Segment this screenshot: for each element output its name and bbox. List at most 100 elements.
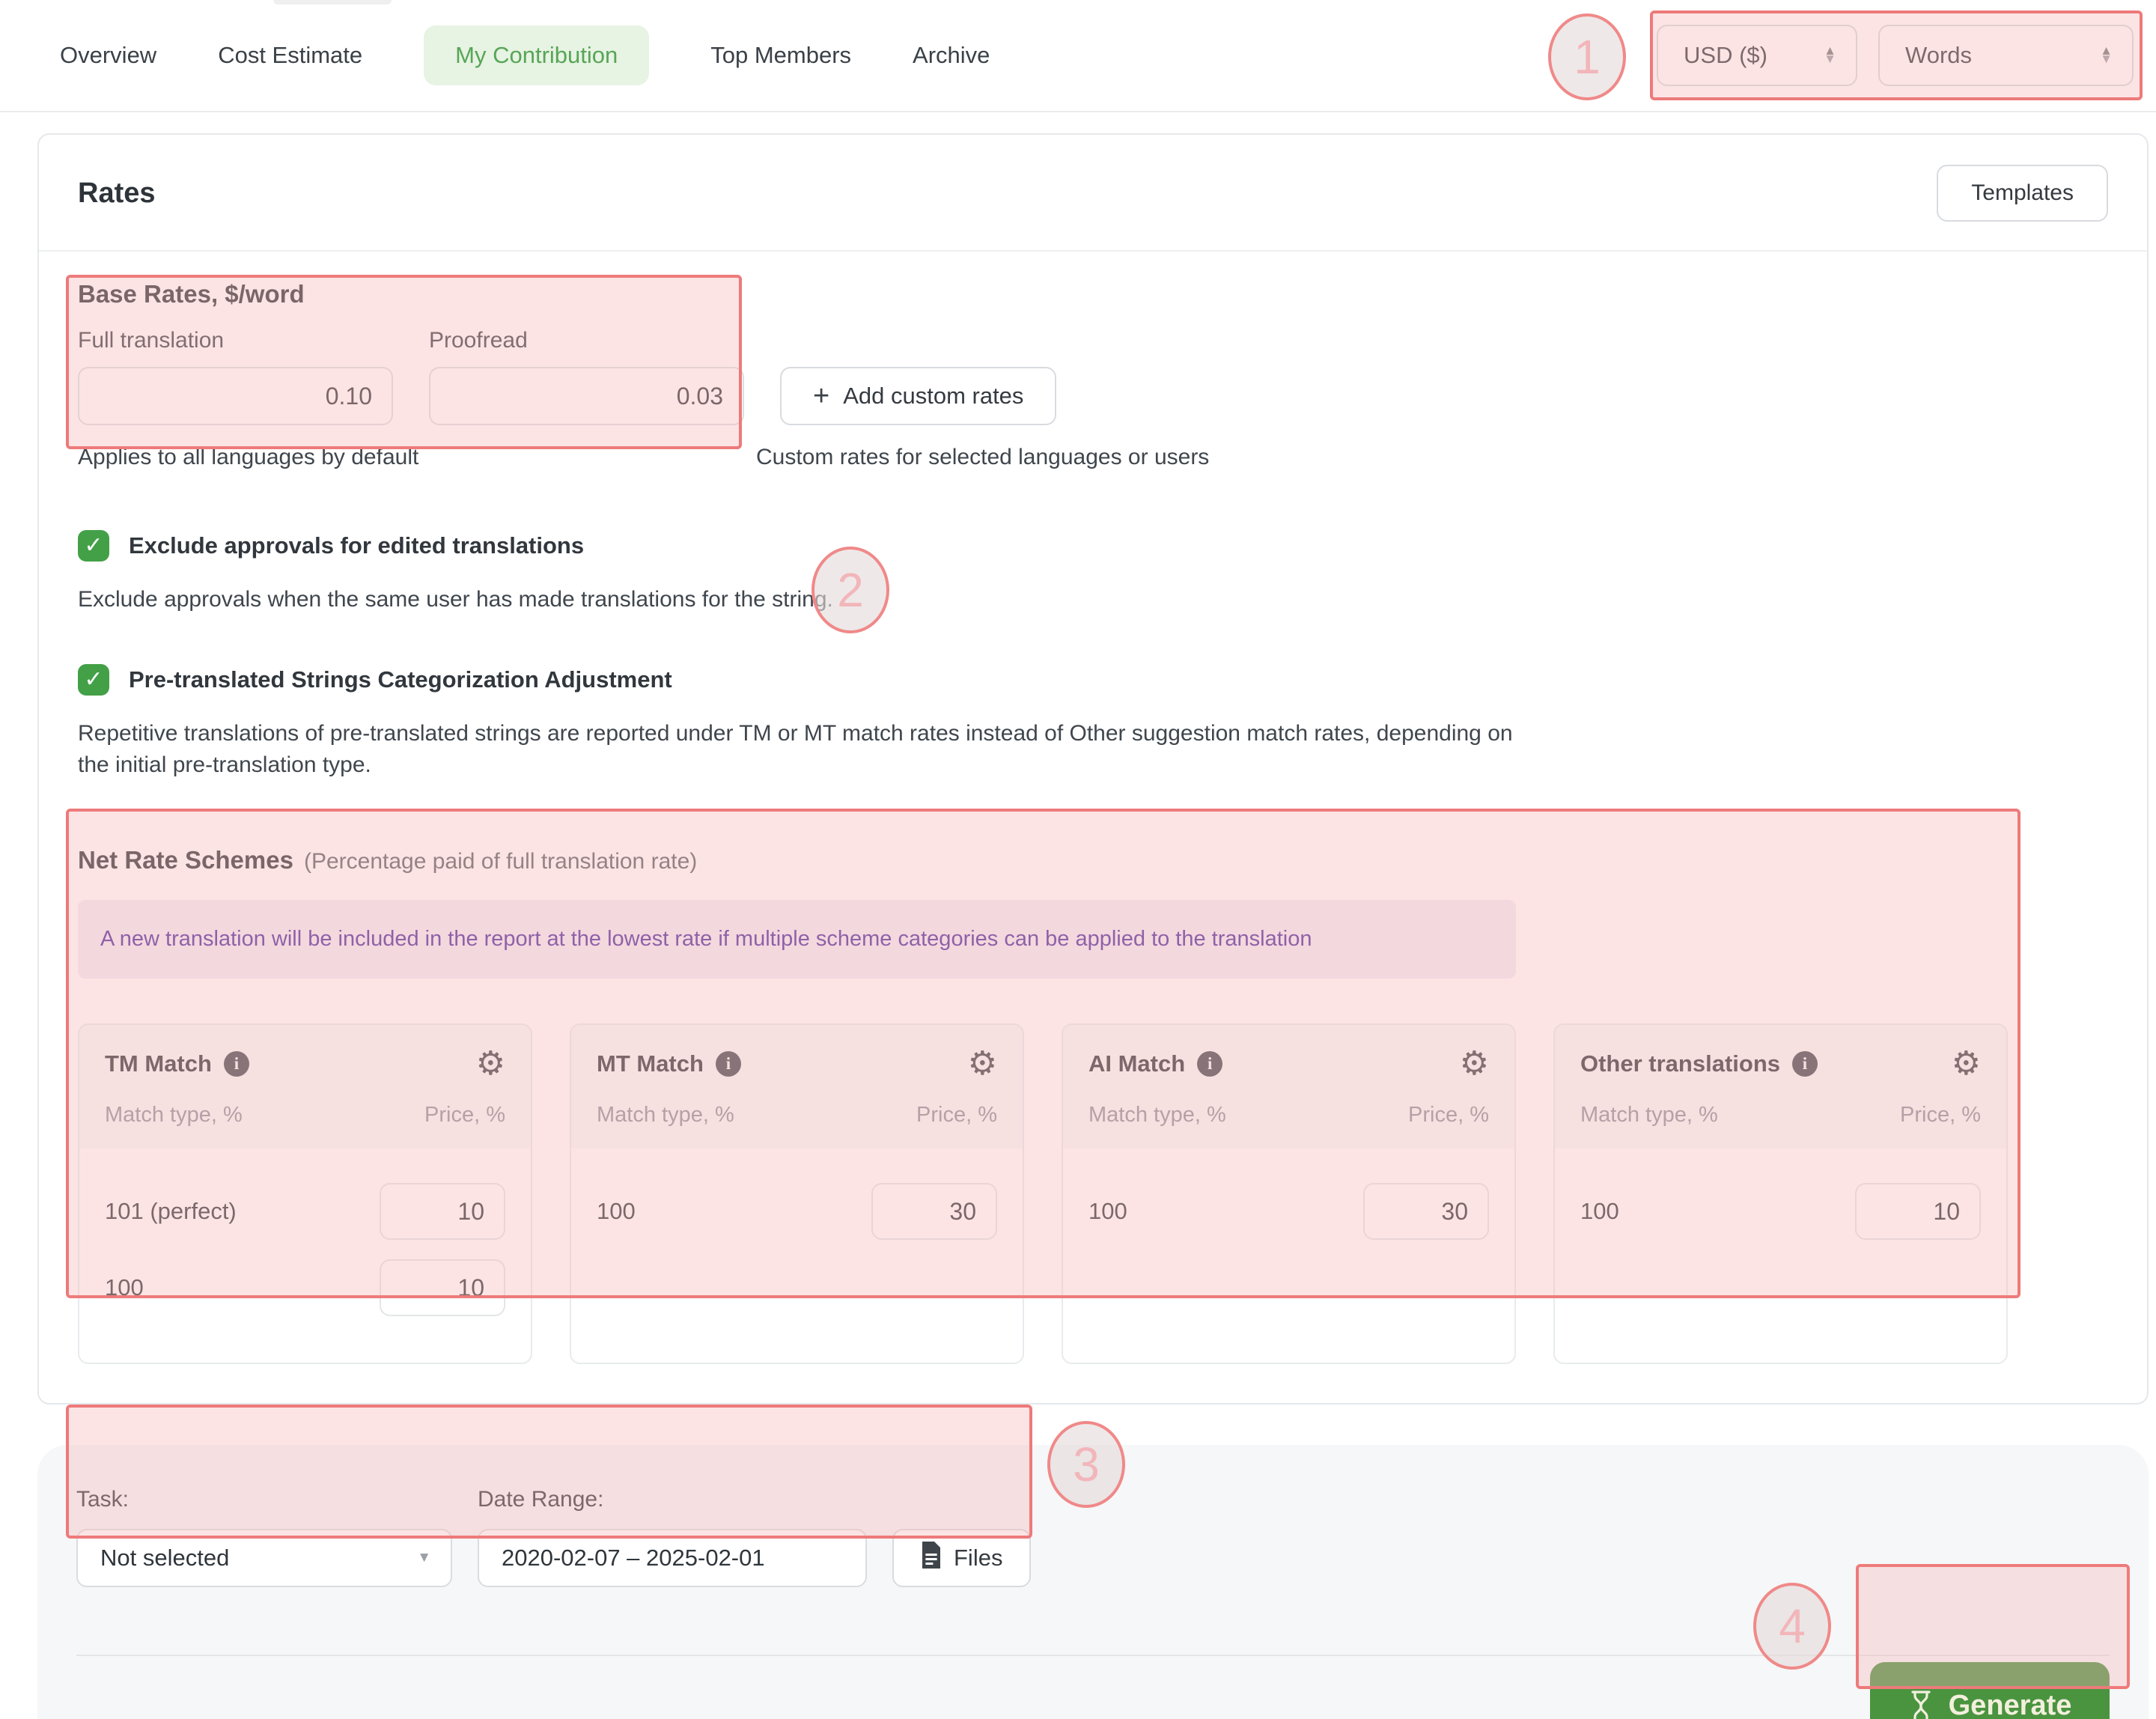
- tab-top-members[interactable]: Top Members: [710, 42, 851, 69]
- match-type-value: 101 (perfect): [105, 1198, 237, 1225]
- price-column-header: Price, %: [424, 1103, 505, 1128]
- date-range-group: Date Range: 2020-02-07 – 2025-02-01: [478, 1487, 867, 1587]
- divider: [76, 1655, 2110, 1656]
- match-type-column-header: Match type, %: [1580, 1103, 1718, 1128]
- base-rates-helper-text: Applies to all languages by default: [78, 445, 756, 470]
- files-button[interactable]: Files: [892, 1529, 1031, 1587]
- ai-match-body: 100 30: [1063, 1148, 1514, 1363]
- match-type-column-header: Match type, %: [597, 1103, 734, 1128]
- net-rate-schemes-title: Net Rate Schemes: [78, 846, 293, 874]
- tab-overview[interactable]: Overview: [60, 42, 156, 69]
- unit-select[interactable]: Words ▲▼: [1878, 25, 2134, 86]
- proofread-input[interactable]: 0.03: [429, 367, 744, 425]
- rates-title: Rates: [78, 177, 156, 210]
- date-range-input[interactable]: 2020-02-07 – 2025-02-01: [478, 1529, 867, 1587]
- tm-match-header: TM Match i ⚙ Match type, % Price, %: [79, 1025, 531, 1148]
- table-row: 100 10: [1580, 1183, 1981, 1240]
- task-select-value: Not selected: [100, 1545, 229, 1572]
- checkmark-icon: ✓: [84, 669, 103, 691]
- other-translations-body: 100 10: [1555, 1148, 2006, 1363]
- price-input[interactable]: 30: [1363, 1183, 1489, 1240]
- gear-icon[interactable]: ⚙: [1460, 1047, 1489, 1080]
- price-input[interactable]: 30: [871, 1183, 997, 1240]
- table-row: 100 30: [597, 1183, 997, 1240]
- table-row: 100 30: [1088, 1183, 1489, 1240]
- ai-match-header: AI Match i ⚙ Match type, % Price, %: [1063, 1025, 1514, 1148]
- mt-match-title: MT Match: [597, 1050, 704, 1077]
- base-rates-title: Base Rates, $/word: [78, 280, 2108, 308]
- generate-button-label: Generate: [1949, 1690, 2072, 1719]
- add-custom-rates-button[interactable]: + Add custom rates: [780, 367, 1056, 425]
- match-type-value: 100: [1088, 1198, 1127, 1225]
- gear-icon[interactable]: ⚙: [1952, 1047, 1981, 1080]
- other-translations-header: Other translations i ⚙ Match type, % Pri…: [1555, 1025, 2006, 1148]
- mt-match-card: MT Match i ⚙ Match type, % Price, % 100: [570, 1023, 1024, 1364]
- rates-card-body: Base Rates, $/word Full translation 0.10…: [39, 252, 2147, 1403]
- files-button-label: Files: [954, 1545, 1002, 1572]
- exclude-approvals-row: ✓ Exclude approvals for edited translati…: [78, 530, 2108, 562]
- net-rate-scheme-cards: TM Match i ⚙ Match type, % Price, % 101: [78, 1023, 2108, 1364]
- hourglass-icon: [1908, 1690, 1934, 1719]
- document-icon: [921, 1542, 942, 1575]
- match-type-value: 100: [597, 1198, 636, 1225]
- tm-match-card: TM Match i ⚙ Match type, % Price, % 101: [78, 1023, 532, 1364]
- info-icon[interactable]: i: [716, 1051, 741, 1077]
- plus-icon: +: [813, 382, 829, 410]
- match-type-column-header: Match type, %: [105, 1103, 243, 1128]
- exclude-approvals-label: Exclude approvals for edited translation…: [129, 532, 584, 559]
- full-translation-field: Full translation 0.10: [78, 328, 393, 425]
- tab-archive[interactable]: Archive: [913, 42, 990, 69]
- price-input[interactable]: 10: [380, 1183, 505, 1240]
- net-rate-schemes-subtitle: (Percentage paid of full translation rat…: [304, 849, 697, 874]
- tm-match-title: TM Match: [105, 1050, 212, 1077]
- updown-arrows-icon: ▲▼: [1824, 47, 1836, 63]
- ai-match-card: AI Match i ⚙ Match type, % Price, % 100: [1062, 1023, 1516, 1364]
- net-rate-schemes-title-row: Net Rate Schemes (Percentage paid of ful…: [78, 846, 2108, 874]
- price-input[interactable]: 10: [1855, 1183, 1981, 1240]
- table-row: 100 10: [105, 1259, 505, 1316]
- mt-match-header: MT Match i ⚙ Match type, % Price, %: [571, 1025, 1023, 1148]
- checkmark-icon: ✓: [84, 535, 103, 557]
- price-input[interactable]: 10: [380, 1259, 505, 1316]
- match-type-value: 100: [105, 1274, 144, 1301]
- currency-select-value: USD ($): [1684, 42, 1767, 69]
- exclude-approvals-checkbox[interactable]: ✓: [78, 530, 109, 562]
- ai-match-title: AI Match: [1088, 1050, 1185, 1077]
- generation-controls: Task: Not selected ▼ Date Range: 2020-02…: [76, 1487, 2110, 1587]
- other-translations-title: Other translations: [1580, 1050, 1780, 1077]
- generation-panel: Task: Not selected ▼ Date Range: 2020-02…: [37, 1445, 2149, 1719]
- report-tabs: Overview Cost Estimate My Contribution T…: [60, 25, 990, 85]
- generate-button[interactable]: Generate: [1870, 1662, 2110, 1719]
- tm-match-body: 101 (perfect) 10 100 10: [79, 1148, 531, 1363]
- info-icon[interactable]: i: [1792, 1051, 1818, 1077]
- tab-my-contribution[interactable]: My Contribution: [424, 25, 649, 85]
- pretranslated-adjustment-row: ✓ Pre-translated Strings Categorization …: [78, 664, 2108, 696]
- top-controls: USD ($) ▲▼ Words ▲▼: [1657, 25, 2134, 86]
- full-translation-label: Full translation: [78, 328, 393, 353]
- info-icon[interactable]: i: [224, 1051, 249, 1077]
- report-generation-page: Overview Cost Estimate My Contribution T…: [0, 0, 2156, 1719]
- base-rates-helpers: Applies to all languages by default Cust…: [78, 445, 2108, 470]
- full-translation-input[interactable]: 0.10: [78, 367, 393, 425]
- rates-card: Rates Templates Base Rates, $/word Full …: [37, 133, 2149, 1405]
- exclude-approvals-description: Exclude approvals when the same user has…: [78, 584, 1523, 615]
- currency-select[interactable]: USD ($) ▲▼: [1657, 25, 1857, 86]
- price-column-header: Price, %: [916, 1103, 997, 1128]
- net-rate-schemes-note: A new translation will be included in th…: [78, 900, 1516, 979]
- info-icon[interactable]: i: [1197, 1051, 1222, 1077]
- price-column-header: Price, %: [1408, 1103, 1489, 1128]
- date-range-label: Date Range:: [478, 1487, 867, 1512]
- gear-icon[interactable]: ⚙: [968, 1047, 997, 1080]
- custom-rates-helper-text: Custom rates for selected languages or u…: [756, 445, 1209, 470]
- task-select[interactable]: Not selected ▼: [76, 1529, 452, 1587]
- proofread-field: Proofread 0.03: [429, 328, 744, 425]
- pretranslated-adjustment-checkbox[interactable]: ✓: [78, 664, 109, 696]
- tab-cost-estimate[interactable]: Cost Estimate: [218, 42, 362, 69]
- pretranslated-adjustment-description: Repetitive translations of pre-translate…: [78, 718, 1523, 780]
- gear-icon[interactable]: ⚙: [476, 1047, 505, 1080]
- rates-card-header: Rates Templates: [39, 135, 2147, 252]
- templates-button[interactable]: Templates: [1937, 165, 2108, 222]
- proofread-label: Proofread: [429, 328, 744, 353]
- base-rates-row: Full translation 0.10 Proofread 0.03 + A…: [78, 328, 2108, 425]
- mt-match-body: 100 30: [571, 1148, 1023, 1363]
